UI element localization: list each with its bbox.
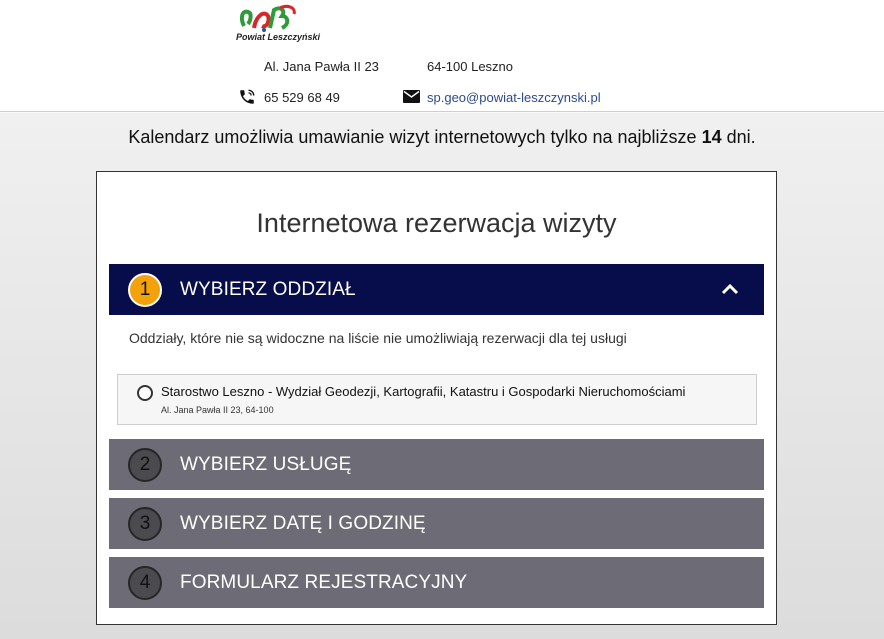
step-number: 2 — [128, 447, 162, 482]
step-label: WYBIERZ DATĘ I GODZINĘ — [180, 512, 426, 534]
logo[interactable]: Powiat Leszczyński — [236, 4, 326, 46]
step-choose-date-time[interactable]: 3 WYBIERZ DATĘ I GODZINĘ — [109, 498, 764, 549]
notice-prefix: Kalendarz umożliwia umawianie wizyt inte… — [128, 127, 697, 147]
step-number: 4 — [128, 565, 162, 600]
reservation-card: Internetowa rezerwacja wizyty 1 WYBIERZ … — [96, 171, 777, 625]
step-label: WYBIERZ USŁUGĘ — [180, 453, 352, 475]
page-header: Powiat Leszczyński Al. Jana Pawła II 23 … — [0, 0, 884, 112]
step-label: FORMULARZ REJESTRACYJNY — [180, 571, 468, 593]
branch-option[interactable]: Starostwo Leszno - Wydział Geodezji, Kar… — [117, 374, 757, 425]
address-street: Al. Jana Pawła II 23 — [264, 59, 379, 74]
booking-notice: Kalendarz umożliwia umawianie wizyt inte… — [0, 127, 884, 148]
card-title: Internetowa rezerwacja wizyty — [256, 208, 617, 238]
step-label: WYBIERZ ODDZIAŁ — [180, 278, 356, 300]
step-number: 3 — [128, 506, 162, 541]
phone-icon — [240, 89, 255, 104]
phone-number[interactable]: 65 529 68 49 — [264, 90, 340, 105]
notice-suffix: dni. — [726, 127, 756, 147]
step-choose-branch[interactable]: 1 WYBIERZ ODDZIAŁ — [109, 264, 764, 315]
branch-name: Starostwo Leszno - Wydział Geodezji, Kar… — [161, 384, 686, 399]
branch-hint: Oddziały, które nie są widoczne na liści… — [129, 330, 627, 346]
logo-icon — [239, 4, 296, 32]
email-link[interactable]: sp.geo@powiat-leszczynski.pl — [427, 90, 601, 105]
logo-text: Powiat Leszczyński — [236, 32, 321, 42]
step-choose-service[interactable]: 2 WYBIERZ USŁUGĘ — [109, 439, 764, 490]
mail-icon — [403, 90, 420, 103]
chevron-up-icon[interactable] — [720, 280, 740, 300]
branch-address: Al. Jana Pawła II 23, 64-100 — [161, 405, 274, 415]
notice-days: 14 — [701, 127, 722, 147]
step-number: 1 — [128, 272, 162, 307]
radio-icon[interactable] — [137, 385, 153, 401]
address-city: 64-100 Leszno — [427, 59, 514, 74]
step-registration-form[interactable]: 4 FORMULARZ REJESTRACYJNY — [109, 557, 764, 608]
